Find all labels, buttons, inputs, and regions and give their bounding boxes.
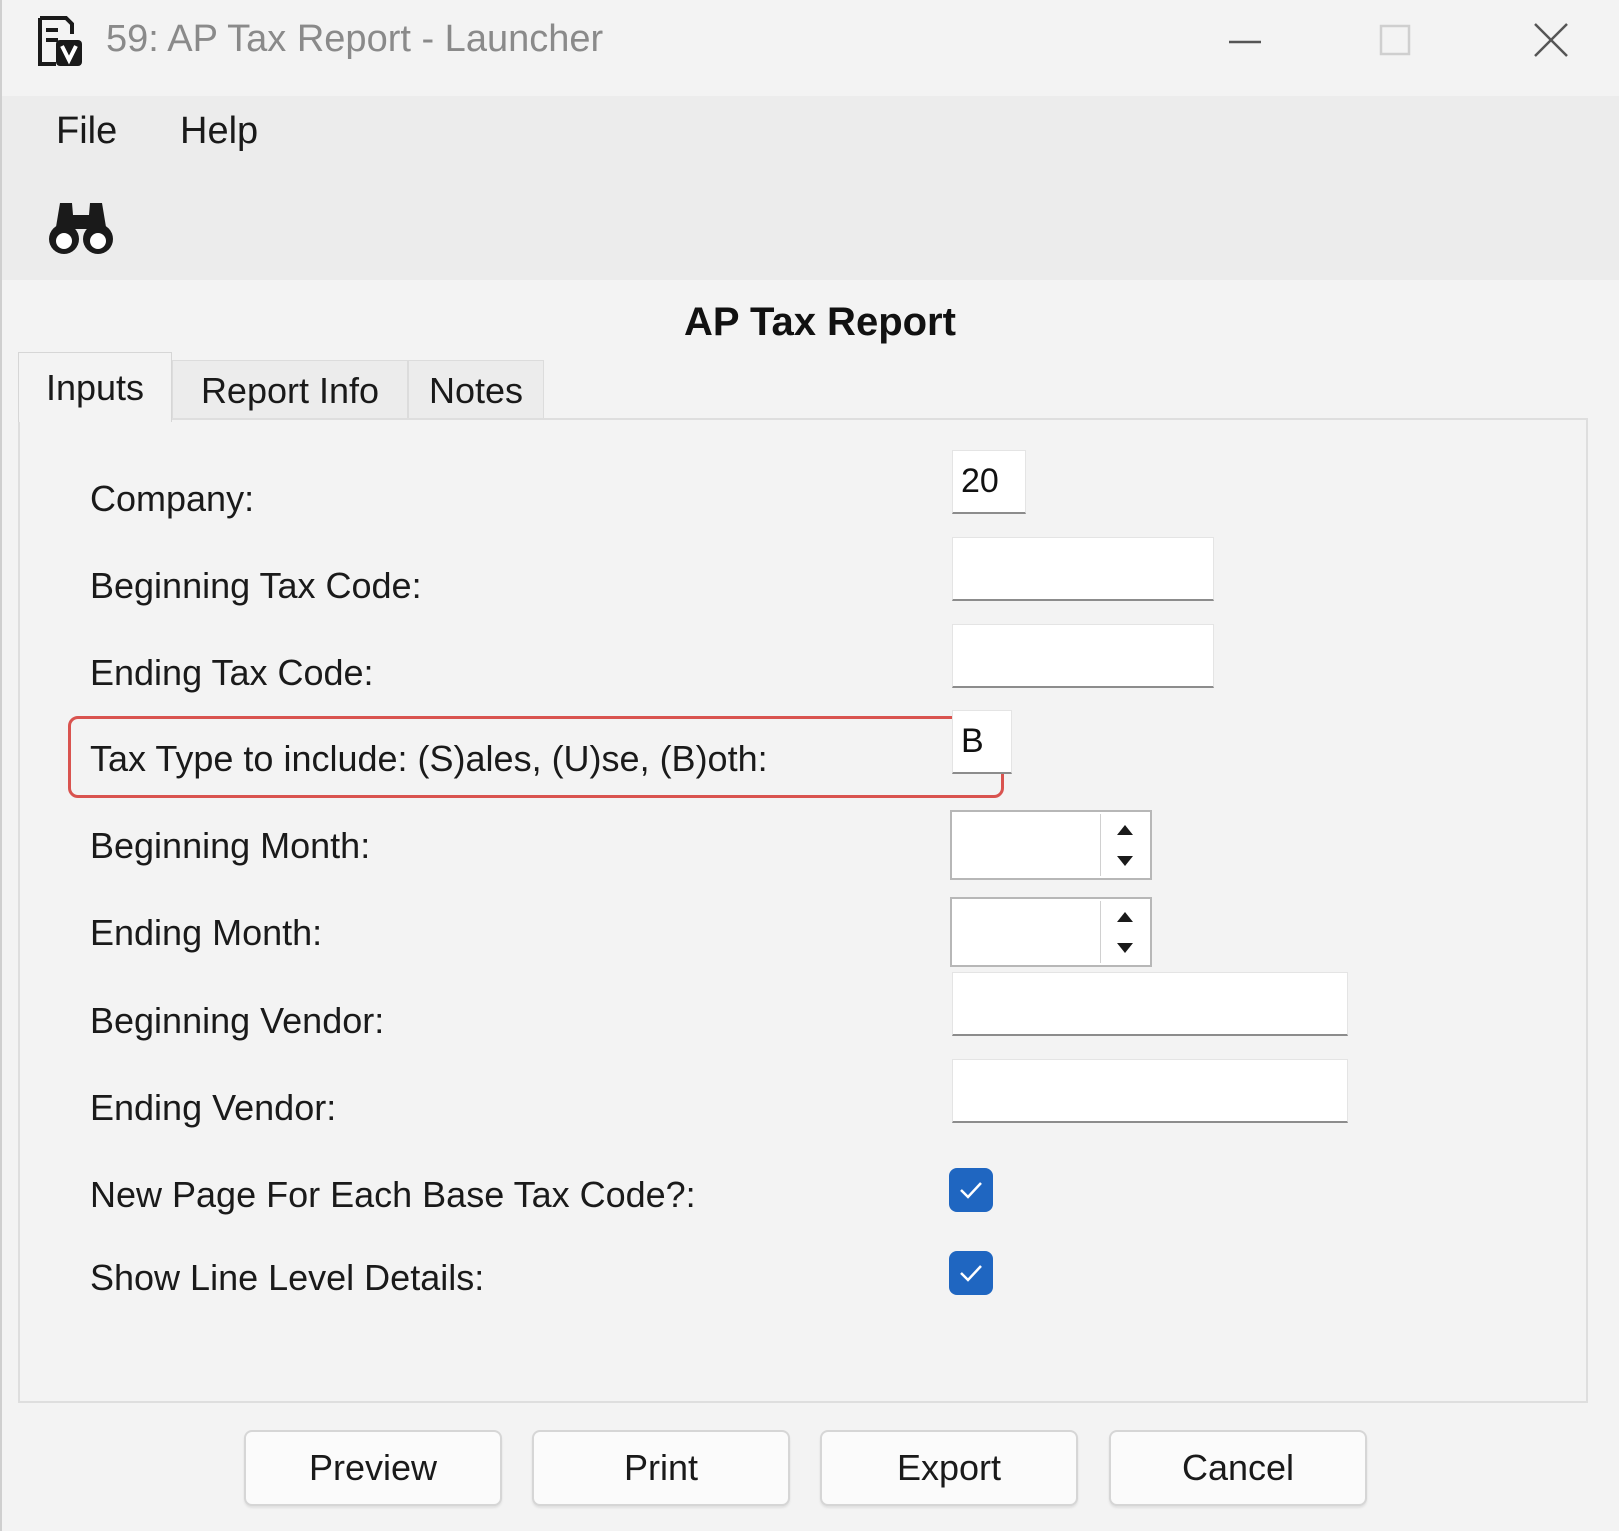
tax-type-label: Tax Type to include: (S)ales, (U)se, (B)… — [90, 738, 768, 779]
preview-button[interactable]: Preview — [244, 1430, 502, 1506]
ending-month-spinner — [950, 897, 1152, 967]
ending-month-spin-buttons — [1100, 901, 1149, 963]
checkmark-icon — [960, 1182, 982, 1199]
ending-vendor-label: Ending Vendor: — [90, 1087, 337, 1128]
close-button[interactable] — [1516, 10, 1586, 70]
ending-vendor-input[interactable] — [952, 1059, 1348, 1123]
company-input[interactable] — [952, 450, 1026, 514]
export-button[interactable]: Export — [820, 1430, 1078, 1506]
report-title: AP Tax Report — [684, 300, 956, 344]
launcher-window: 59: AP Tax Report - Launcher File Help A… — [0, 0, 1619, 1531]
menu-bar: File Help — [2, 96, 1619, 178]
app-icon — [36, 14, 84, 68]
new-page-checkbox[interactable] — [949, 1168, 993, 1212]
arrow-down-icon — [1117, 942, 1133, 953]
checkmark-icon — [960, 1265, 982, 1282]
arrow-up-icon — [1117, 824, 1133, 835]
inputs-panel: Company: Beginning Tax Code: Ending Tax … — [18, 418, 1588, 1403]
minimize-icon — [1229, 40, 1261, 44]
show-line-level-details-checkbox[interactable] — [949, 1251, 993, 1295]
close-icon — [1534, 23, 1568, 57]
minimize-button[interactable] — [1210, 10, 1280, 70]
find-button[interactable] — [44, 192, 118, 264]
tax-type-input[interactable] — [952, 710, 1012, 774]
beginning-month-spinner — [950, 810, 1152, 880]
new-page-label: New Page For Each Base Tax Code?: — [90, 1174, 696, 1215]
beginning-tax-code-input[interactable] — [952, 537, 1214, 601]
ending-tax-code-input[interactable] — [952, 624, 1214, 688]
ending-tax-code-label: Ending Tax Code: — [90, 652, 374, 693]
beginning-vendor-label: Beginning Vendor: — [90, 1000, 385, 1041]
print-button[interactable]: Print — [532, 1430, 790, 1506]
maximize-button[interactable] — [1360, 10, 1430, 70]
menu-file[interactable]: File — [52, 110, 121, 153]
company-label: Company: — [90, 478, 255, 519]
beginning-month-decrement[interactable] — [1101, 845, 1149, 876]
maximize-icon — [1379, 24, 1411, 56]
toolbar — [2, 178, 1619, 280]
beginning-month-increment[interactable] — [1101, 814, 1149, 845]
tab-notes[interactable]: Notes — [408, 360, 544, 420]
tab-report-info[interactable]: Report Info — [172, 360, 408, 420]
arrow-up-icon — [1117, 911, 1133, 922]
beginning-vendor-input[interactable] — [952, 972, 1348, 1036]
menu-help[interactable]: Help — [176, 110, 262, 153]
ending-month-input[interactable] — [952, 899, 1114, 965]
beginning-month-input[interactable] — [952, 812, 1114, 878]
beginning-tax-code-label: Beginning Tax Code: — [90, 565, 422, 606]
title-bar: 59: AP Tax Report - Launcher — [2, 0, 1619, 88]
cancel-button[interactable]: Cancel — [1109, 1430, 1367, 1506]
ending-month-increment[interactable] — [1101, 901, 1149, 932]
beginning-month-label: Beginning Month: — [90, 825, 371, 866]
show-line-level-details-label: Show Line Level Details: — [90, 1257, 485, 1298]
tab-inputs[interactable]: Inputs — [18, 352, 172, 422]
ending-month-label: Ending Month: — [90, 912, 323, 953]
ending-month-decrement[interactable] — [1101, 932, 1149, 963]
window-title: 59: AP Tax Report - Launcher — [106, 18, 604, 60]
beginning-month-spin-buttons — [1100, 814, 1149, 876]
binoculars-icon — [49, 203, 113, 254]
arrow-down-icon — [1117, 855, 1133, 866]
